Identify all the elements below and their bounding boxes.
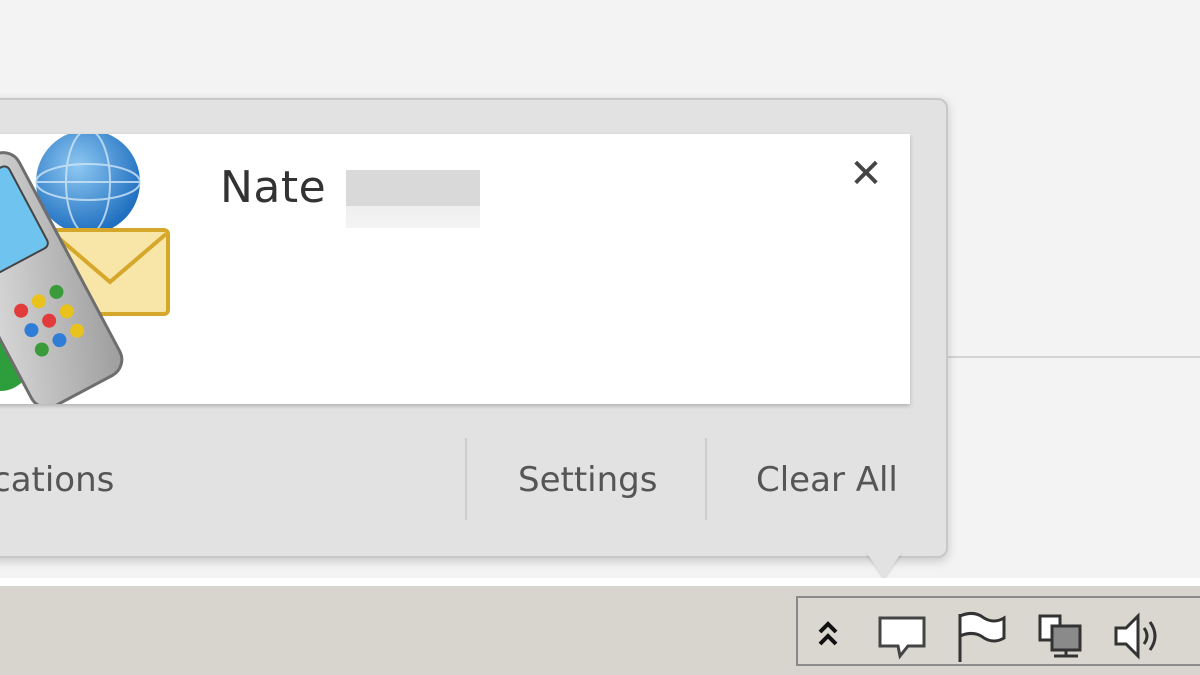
popup-pointer: [866, 552, 902, 578]
footer-divider-2: [705, 438, 707, 520]
system-tray: [796, 596, 1200, 666]
network-icon: [1038, 614, 1082, 658]
action-center-button[interactable]: [874, 608, 930, 664]
phone-globe-mail-icon: [0, 134, 170, 404]
taskbar-top-edge: [0, 578, 1200, 586]
message-bubble-icon: [878, 616, 926, 660]
footer-divider-1: [465, 438, 467, 520]
background-divider: [940, 356, 1200, 358]
chevron-up-icon: [818, 621, 838, 646]
close-notification-button[interactable]: ✕: [846, 154, 886, 194]
redacted-sender-surname: [346, 170, 480, 228]
network-button[interactable]: [1032, 608, 1088, 664]
clear-all-link[interactable]: Clear All: [756, 460, 898, 500]
flag-icon: [958, 611, 1006, 662]
close-icon: ✕: [849, 151, 883, 197]
show-hidden-icons-button[interactable]: [810, 608, 846, 664]
notification-card[interactable]: Nate ✕: [0, 134, 910, 404]
volume-icon: [1114, 612, 1157, 660]
notifications-link[interactable]: cations: [0, 460, 114, 500]
volume-button[interactable]: [1110, 608, 1166, 664]
settings-link[interactable]: Settings: [518, 460, 657, 500]
action-center-flag-button[interactable]: [952, 608, 1008, 664]
notification-sender-name: Nate: [220, 162, 327, 213]
